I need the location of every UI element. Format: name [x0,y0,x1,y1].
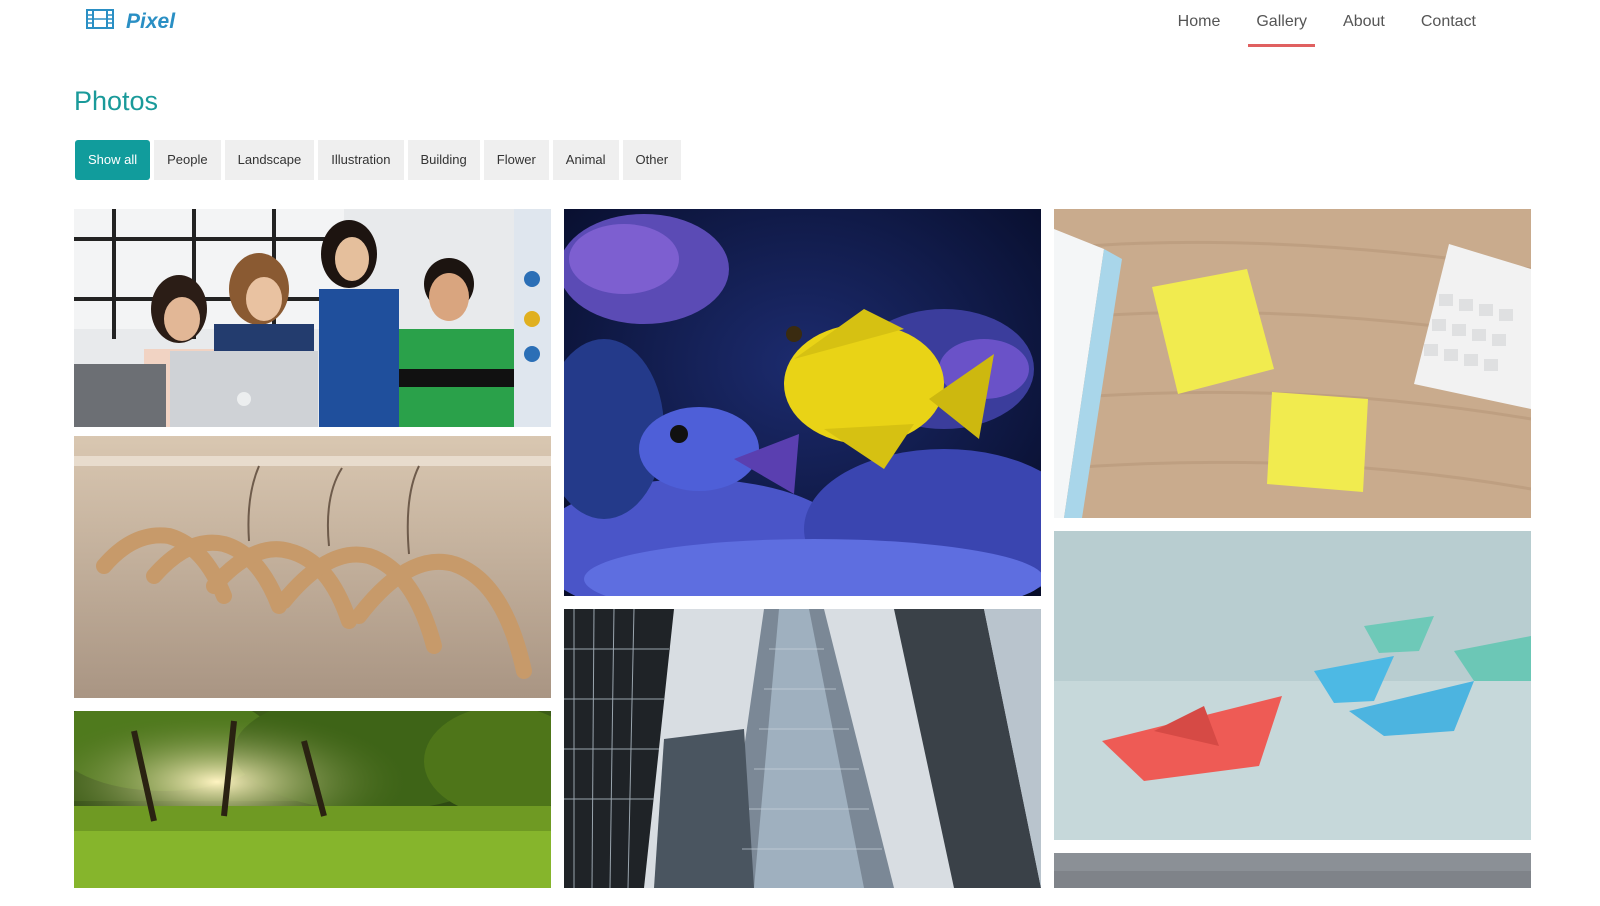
filter-people[interactable]: People [154,140,221,180]
photo-building[interactable] [564,609,1041,888]
photo-forest[interactable] [74,711,551,888]
nav-contact[interactable]: Contact [1403,12,1494,38]
filter-building[interactable]: Building [407,140,480,180]
film-icon [86,8,114,35]
nav-gallery[interactable]: Gallery [1238,12,1325,47]
nav-home[interactable]: Home [1160,12,1239,38]
filter-other[interactable]: Other [622,140,682,180]
photo-sticky-notes[interactable] [1054,209,1531,518]
photo-hangers[interactable] [74,436,551,698]
photo-sky[interactable] [1054,853,1531,888]
filter-flower[interactable]: Flower [483,140,549,180]
filter-illustration[interactable]: Illustration [318,140,404,180]
filter-animal[interactable]: Animal [552,140,619,180]
photo-fish[interactable] [564,209,1041,596]
brand-logo[interactable]: Pixel [86,8,175,35]
photo-paper-boats[interactable] [1054,531,1531,840]
site-header: Pixel Home Gallery About Contact [0,0,1600,50]
nav-about[interactable]: About [1325,12,1403,38]
filter-landscape[interactable]: Landscape [224,140,315,180]
photo-people-office[interactable] [74,209,551,427]
page-title: Photos [74,86,159,116]
main-nav: Home Gallery About Contact [1160,12,1494,47]
filter-show-all[interactable]: Show all [75,140,151,180]
brand-name: Pixel [126,9,176,33]
category-filters: Show all People Landscape Illustration B… [75,140,682,180]
